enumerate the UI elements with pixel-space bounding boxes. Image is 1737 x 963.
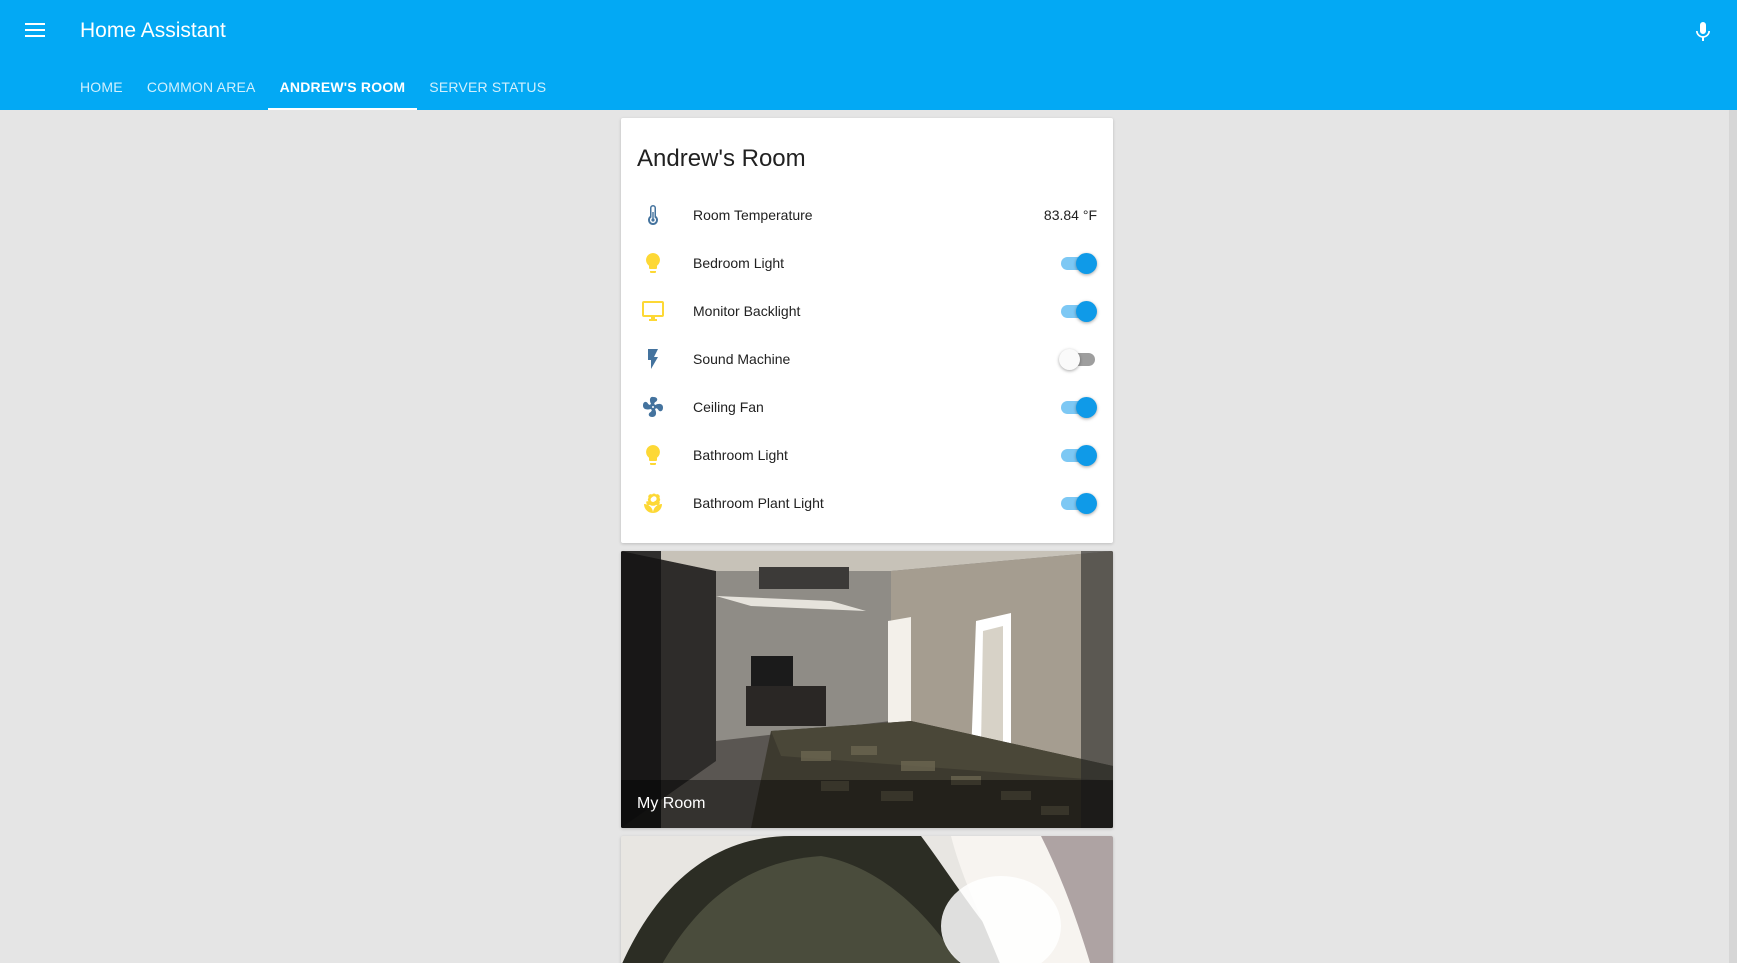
- bathroom-light-toggle[interactable]: [1059, 444, 1097, 466]
- camera-image: [621, 836, 1113, 963]
- bathroom-plant-light-toggle[interactable]: [1059, 492, 1097, 514]
- tab-common-area[interactable]: COMMON AREA: [135, 68, 268, 110]
- menu-icon[interactable]: [22, 20, 50, 42]
- lightbulb-icon: [641, 251, 665, 275]
- entity-label: Ceiling Fan: [693, 399, 764, 415]
- tab-server-status[interactable]: SERVER STATUS: [417, 68, 558, 110]
- entity-row-bathroom-light[interactable]: Bathroom Light: [637, 435, 1097, 475]
- camera-card-2[interactable]: [621, 836, 1113, 963]
- scrollbar[interactable]: [1729, 110, 1737, 963]
- sound-machine-toggle[interactable]: [1059, 348, 1097, 370]
- view-tabs: HOME COMMON AREA ANDREW'S ROOM SERVER ST…: [68, 68, 558, 110]
- fan-icon: [641, 395, 665, 419]
- entity-label: Bathroom Light: [693, 447, 788, 463]
- entity-row-monitor-backlight[interactable]: Monitor Backlight: [637, 291, 1097, 331]
- microphone-icon[interactable]: [1691, 20, 1715, 44]
- entity-label: Monitor Backlight: [693, 303, 801, 319]
- entity-label: Sound Machine: [693, 351, 791, 367]
- app-header: Home Assistant HOME COMMON AREA ANDREW'S…: [0, 0, 1737, 110]
- tab-andrews-room[interactable]: ANDREW'S ROOM: [267, 68, 418, 110]
- entity-label: Bathroom Plant Light: [693, 495, 824, 511]
- monitor-backlight-toggle[interactable]: [1059, 300, 1097, 322]
- entity-state: 83.84 °F: [1043, 207, 1097, 223]
- card-title: Andrew's Room: [637, 145, 806, 172]
- card-column: Andrew's Room Room Temperature 83.84 °F …: [621, 118, 1113, 963]
- tab-home[interactable]: HOME: [68, 68, 135, 110]
- entity-row-ceiling-fan[interactable]: Ceiling Fan: [637, 387, 1097, 427]
- thermometer-icon: [641, 203, 665, 227]
- camera-caption-text: My Room: [637, 795, 706, 812]
- flash-icon: [641, 347, 665, 371]
- entity-row-bedroom-light[interactable]: Bedroom Light: [637, 243, 1097, 283]
- entity-row-sound-machine[interactable]: Sound Machine: [637, 339, 1097, 379]
- entities-card: Andrew's Room Room Temperature 83.84 °F …: [621, 118, 1113, 543]
- app-title: Home Assistant: [80, 19, 226, 42]
- flower-icon: [641, 491, 665, 515]
- ceiling-fan-toggle[interactable]: [1059, 396, 1097, 418]
- camera-card-my-room[interactable]: My Room: [621, 551, 1113, 828]
- entity-label: Room Temperature: [693, 207, 813, 223]
- entity-row-bathroom-plant-light[interactable]: Bathroom Plant Light: [637, 483, 1097, 523]
- monitor-icon: [641, 299, 665, 323]
- camera-caption: My Room: [621, 780, 1113, 828]
- lightbulb-icon: [641, 443, 665, 467]
- entity-label: Bedroom Light: [693, 255, 785, 271]
- entity-row-room-temperature[interactable]: Room Temperature 83.84 °F: [637, 195, 1097, 235]
- bedroom-light-toggle[interactable]: [1059, 252, 1097, 274]
